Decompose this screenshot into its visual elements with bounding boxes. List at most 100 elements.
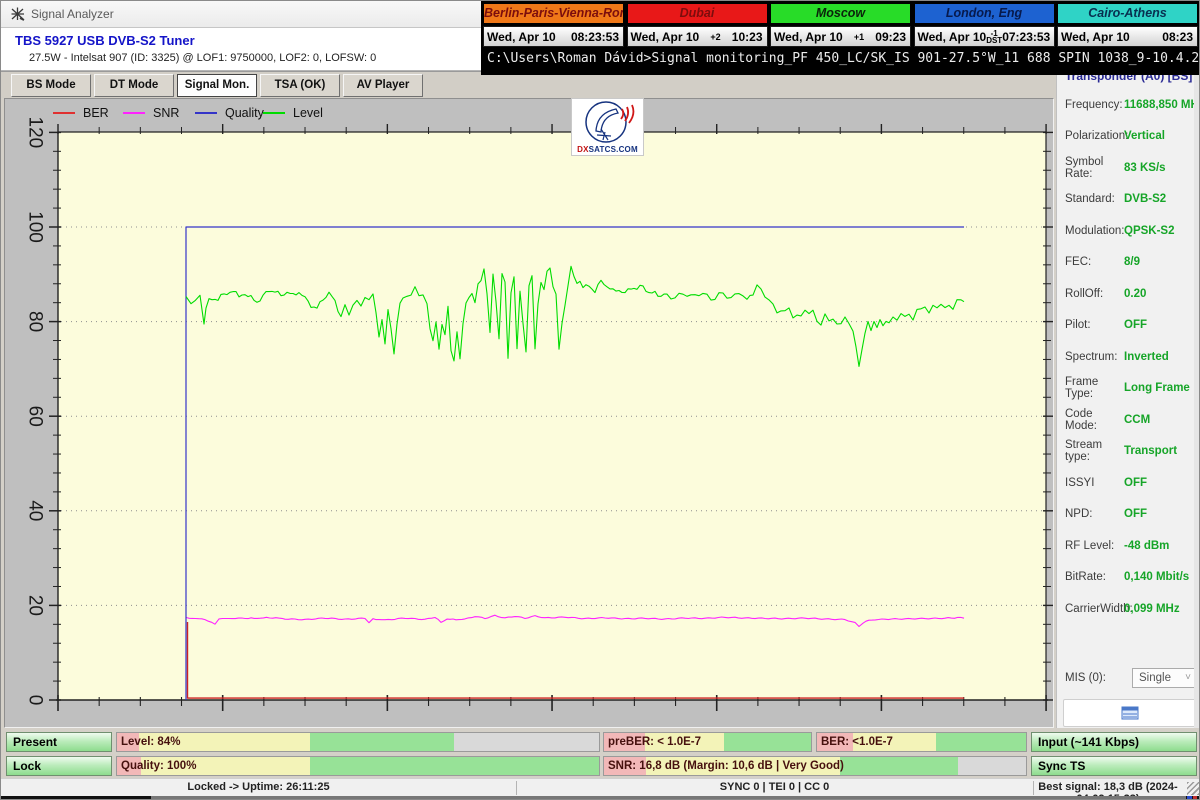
status-sync-counters: SYNC 0 | TEI 0 | CC 0 xyxy=(719,781,830,793)
status-locked-uptime: Locked -> Uptime: 26:11:25 xyxy=(187,781,330,793)
list-icon xyxy=(1121,706,1138,720)
mis-value: Single xyxy=(1139,671,1171,684)
parameter-row: NPD: OFF xyxy=(1057,499,1199,531)
bar-zone-green xyxy=(724,733,811,751)
mis-dropdown[interactable]: Single ˅ xyxy=(1132,667,1196,688)
parameter-value: 0,099 MHz xyxy=(1124,602,1180,615)
bar-zone-green xyxy=(309,757,599,775)
parameter-row: Modulation: QPSK-S2 xyxy=(1057,215,1199,247)
bar-zone-gray xyxy=(958,757,1026,775)
clock-moscow: Moscow Wed, Apr 10 +1 09:23 xyxy=(770,3,911,47)
parameter-row: Symbol Rate: 83 KS/s xyxy=(1057,152,1199,184)
parameter-value: DVB-S2 xyxy=(1124,193,1167,206)
legend-label: SNR xyxy=(153,106,180,120)
y-axis-label: 60 xyxy=(25,406,46,427)
dxsatcs-logo: DXSATCS.COM xyxy=(571,98,644,156)
parameter-row: RF Level: -48 dBm xyxy=(1057,530,1199,562)
legend-item-snr: SNR xyxy=(123,105,179,121)
parameter-row: Spectrum: Inverted xyxy=(1057,341,1199,373)
console-command-line: C:\Users\Roman Dávid>Signal monitoring_P… xyxy=(487,51,1200,66)
bar-zone-gray xyxy=(454,733,599,751)
tab-bs-mode[interactable]: BS Mode xyxy=(11,74,91,97)
snr-bar-label: SNR: 16,8 dB (Margin: 10,6 dB | Very Goo… xyxy=(608,760,844,772)
y-axis-label: 40 xyxy=(25,500,46,521)
clock-city-label: Moscow xyxy=(770,3,911,24)
tab-dt-mode[interactable]: DT Mode xyxy=(94,74,174,97)
app-icon xyxy=(11,7,25,21)
parameter-value: OFF xyxy=(1124,319,1147,332)
clock-cairo-athens: Cairo-Athens Wed, Apr 10 08:23 xyxy=(1057,3,1198,47)
clock-city-label: Berlin-Paris-Vienna-Roma xyxy=(483,3,624,24)
parameter-value: Transport xyxy=(1124,445,1178,458)
parameter-row: Code Mode: CCM xyxy=(1057,404,1199,436)
clock-utc-offset: +1 xyxy=(853,31,865,42)
lock-button[interactable]: Lock xyxy=(6,756,112,776)
mis-label: MIS (0): xyxy=(1065,671,1106,684)
resize-grip[interactable] xyxy=(1187,782,1199,795)
parameter-row: ISSYI OFF xyxy=(1057,467,1199,499)
quality-bar-label: Quality: 100% xyxy=(121,760,197,772)
bar-zone-green xyxy=(840,757,959,775)
signal-analyzer-window: Signal Analyzer TBS 5927 USB DVB-S2 Tune… xyxy=(0,0,1200,800)
parameter-label: Polarization: xyxy=(1065,130,1129,143)
parameter-label: FEC: xyxy=(1065,256,1092,269)
clock-city-label: Cairo-Athens xyxy=(1057,3,1198,24)
parameter-value: -48 dBm xyxy=(1124,539,1170,552)
legend-label: Quality xyxy=(225,106,264,120)
quality-bar: Quality: 100% xyxy=(116,756,600,776)
parameter-label: RollOff: xyxy=(1065,287,1104,300)
transport-list-button[interactable] xyxy=(1063,699,1196,727)
clock-date: Wed, Apr 10 xyxy=(487,29,556,44)
parameter-label: RF Level: xyxy=(1065,539,1115,552)
clock-date: Wed, Apr 10 xyxy=(917,29,987,44)
tab-tsa-ok-[interactable]: TSA (OK) xyxy=(260,74,340,97)
y-axis-label: 0 xyxy=(25,695,46,706)
level-bar: Level: 84% xyxy=(116,732,600,752)
present-button[interactable]: Present xyxy=(6,732,112,752)
clock-time: 08:23 xyxy=(1162,29,1193,44)
clock-time: 07:23:53 xyxy=(1002,29,1051,44)
parameter-value: OFF xyxy=(1124,508,1147,521)
parameter-value: Inverted xyxy=(1124,350,1169,363)
parameter-label: Frequency: xyxy=(1065,98,1123,111)
parameter-value: OFF xyxy=(1124,476,1147,489)
tab-av-player[interactable]: AV Player xyxy=(343,74,423,97)
legend-item-level: Level xyxy=(263,105,323,121)
parameter-value: Long Frame xyxy=(1124,382,1190,395)
legend-label: Level xyxy=(293,106,323,120)
legend-item-ber: BER xyxy=(53,105,109,121)
parameter-row: CarrierWidth: 0,099 MHz xyxy=(1057,593,1199,625)
clock-date: Wed, Apr 10 xyxy=(774,29,843,44)
y-axis-label: 80 xyxy=(25,311,46,332)
clock-berlin-paris-vienna-roma: Berlin-Paris-Vienna-Roma Wed, Apr 10 08:23… xyxy=(483,3,624,47)
snr-bar: SNR: 16,8 dB (Margin: 10,6 dB | Very Goo… xyxy=(603,756,1027,776)
parameter-label: NPD: xyxy=(1065,508,1093,521)
legend-dash xyxy=(53,112,75,114)
clock-city-label: Dubai xyxy=(626,3,768,24)
clock-city-label: London, Eng xyxy=(913,3,1055,24)
legend-label: BER xyxy=(83,106,109,120)
sidebar-scrollbar[interactable] xyxy=(1194,71,1199,728)
parameter-label: ISSYI xyxy=(1065,476,1095,489)
y-axis-label: 120 xyxy=(25,117,46,149)
input-button[interactable]: Input (~141 Kbps) xyxy=(1031,732,1197,752)
clock-time: 08:23:53 xyxy=(570,29,619,44)
parameter-label: Pilot: xyxy=(1065,319,1091,332)
tab-signal-mon-[interactable]: Signal Mon. xyxy=(177,74,257,97)
clock-utc-offset: +2 xyxy=(710,31,721,42)
parameter-value: QPSK-S2 xyxy=(1124,224,1175,237)
y-axis-label: 100 xyxy=(25,211,46,243)
y-axis-label: 20 xyxy=(24,595,45,616)
parameter-value: 0.20 xyxy=(1124,287,1147,300)
legend-item-quality: Quality xyxy=(195,105,264,121)
parameter-label: BitRate: xyxy=(1065,571,1106,584)
clock-utc-offset: -1 DST xyxy=(986,28,1003,45)
bar-zone-green xyxy=(309,733,455,751)
clock-time: 09:23 xyxy=(875,29,906,44)
bar-zone-green xyxy=(936,733,1026,751)
preber-bar: preBER: < 1.0E-7 xyxy=(603,732,812,752)
sync-ts-button[interactable]: Sync TS xyxy=(1031,756,1197,776)
parameter-row: Standard: DVB-S2 xyxy=(1057,184,1199,216)
level-bar-zones xyxy=(117,733,599,751)
parameter-row: RollOff: 0.20 xyxy=(1057,278,1199,310)
